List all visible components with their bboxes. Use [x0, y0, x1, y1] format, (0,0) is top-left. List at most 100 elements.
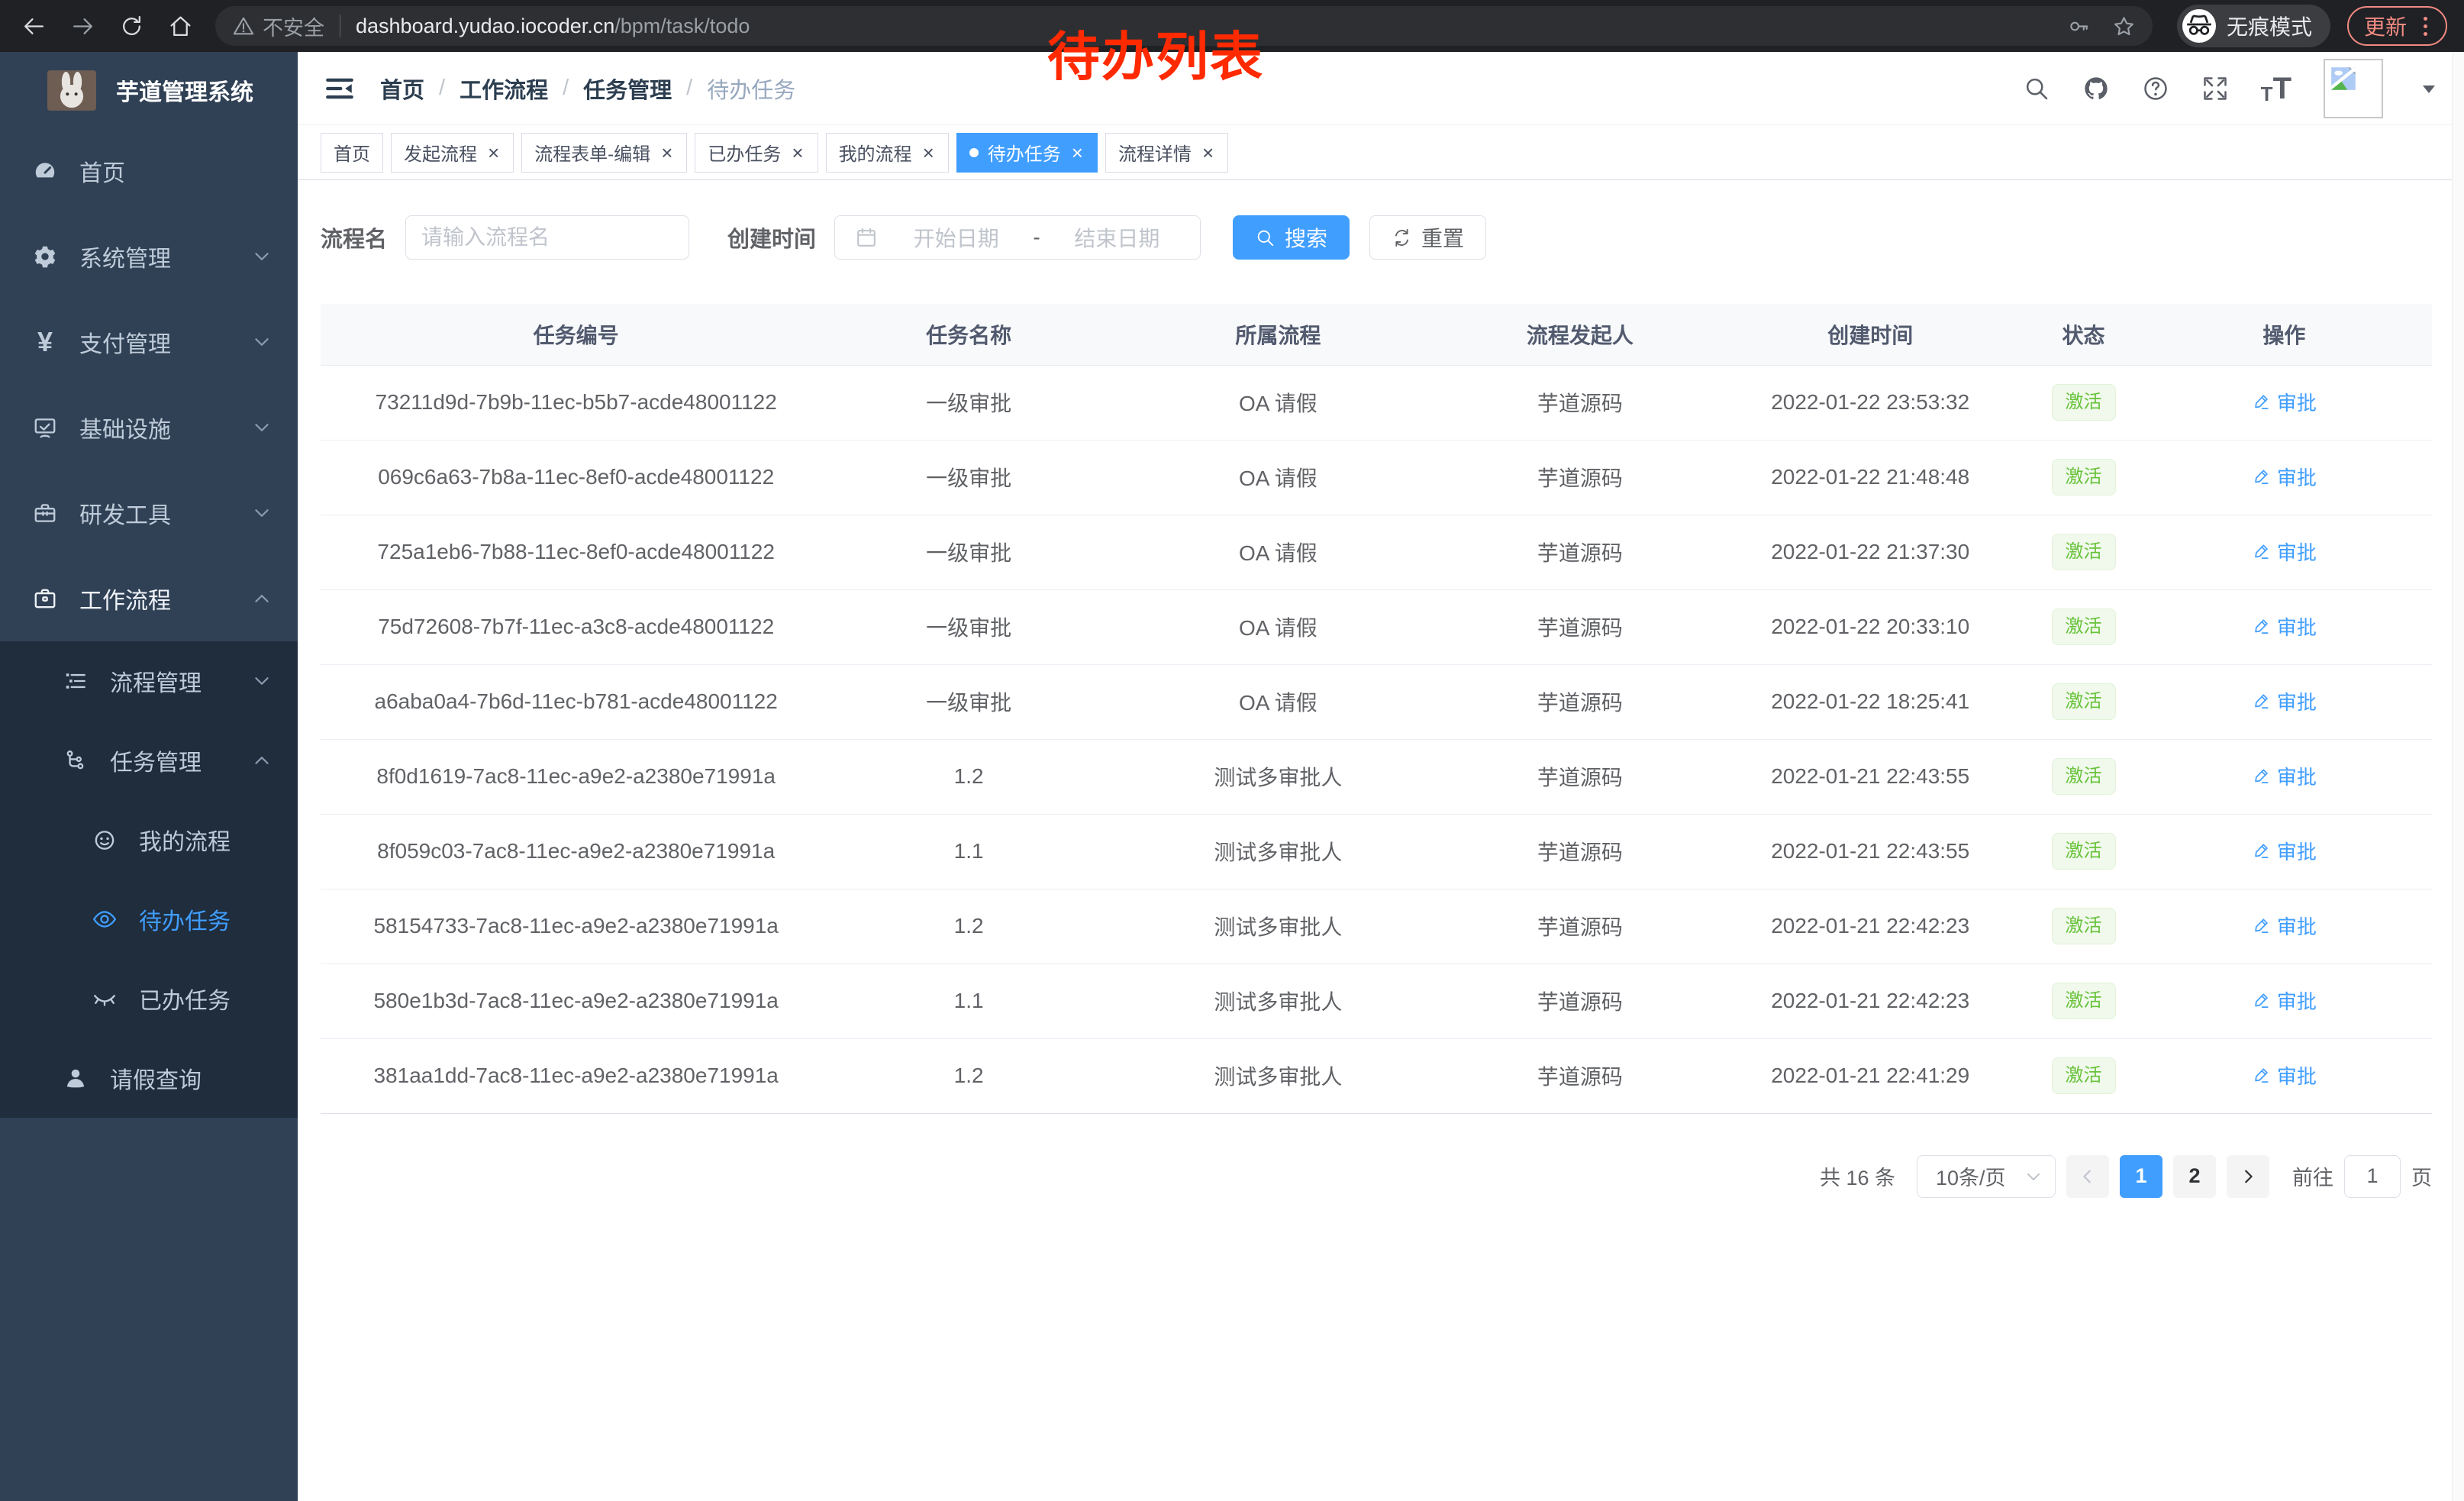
github-icon[interactable]: [2082, 75, 2110, 102]
key-icon[interactable]: [2067, 15, 2091, 38]
home-icon[interactable]: [159, 5, 202, 47]
table-row: a6aba0a4-7b6d-11ec-b781-acde48001122一级审批…: [321, 664, 2432, 739]
close-icon[interactable]: ×: [1201, 143, 1215, 163]
close-icon[interactable]: ×: [1070, 143, 1085, 163]
fullscreen-icon[interactable]: [2201, 75, 2229, 102]
sidebar-logo[interactable]: 芋道管理系统: [0, 52, 298, 128]
sidebar-item-dev-tools[interactable]: 研发工具: [0, 470, 298, 556]
approve-link[interactable]: 审批: [2252, 837, 2317, 865]
tab-process-detail[interactable]: 流程详情×: [1105, 133, 1228, 173]
sidebar-item-label: 待办任务: [139, 902, 298, 936]
sidebar-item-my-process[interactable]: 我的流程: [0, 800, 298, 880]
logo-avatar: [47, 70, 96, 111]
close-icon[interactable]: ×: [790, 143, 805, 163]
sidebar-item-leave-query[interactable]: 请假查询: [0, 1038, 298, 1118]
tab-home[interactable]: 首页: [321, 133, 383, 173]
approve-link[interactable]: 审批: [2252, 687, 2317, 715]
tab-start-process[interactable]: 发起流程×: [391, 133, 514, 173]
security-warning[interactable]: 不安全: [232, 11, 324, 41]
sidebar-item-task-management[interactable]: 任务管理: [0, 721, 298, 800]
edit-icon: [2252, 916, 2271, 935]
approve-link[interactable]: 审批: [2252, 1061, 2317, 1089]
sidebar-item-process-management[interactable]: 流程管理: [0, 641, 298, 721]
tab-form-edit[interactable]: 流程表单-编辑×: [521, 133, 687, 173]
sidebar-item-payment-management[interactable]: ¥支付管理: [0, 299, 298, 385]
chevron-up-icon: [252, 589, 272, 608]
created-cell: 2022-01-22 18:25:41: [1710, 664, 2030, 739]
dashboard-icon: [32, 158, 58, 184]
close-icon[interactable]: ×: [660, 143, 674, 163]
forward-icon[interactable]: [61, 5, 104, 47]
task-name-cell: 1.1: [831, 964, 1106, 1038]
breadcrumb-home[interactable]: 首页: [380, 73, 424, 105]
process-cell: 测试多审批人: [1106, 964, 1450, 1038]
page-size-select[interactable]: 10条/页: [1917, 1155, 2056, 1198]
created-cell: 2022-01-22 20:33:10: [1710, 589, 2030, 664]
font-size-icon[interactable]: TT: [2261, 73, 2291, 104]
actions-cell: 审批: [2137, 739, 2432, 814]
start-date-placeholder[interactable]: 开始日期: [885, 222, 1027, 253]
status-badge: 激活: [2052, 608, 2116, 646]
sidebar-item-workflow[interactable]: 工作流程: [0, 556, 298, 641]
edit-icon: [2252, 392, 2271, 412]
approve-link[interactable]: 审批: [2252, 762, 2317, 790]
status-badge: 激活: [2052, 758, 2116, 796]
breadcrumb-task-management[interactable]: 任务管理: [583, 73, 672, 105]
approve-link[interactable]: 审批: [2252, 912, 2317, 940]
actions-cell: 审批: [2137, 664, 2432, 739]
close-icon[interactable]: ×: [921, 143, 936, 163]
page-scrollbar[interactable]: [2452, 52, 2464, 1501]
browser-menu-icon[interactable]: [2420, 14, 2430, 39]
task-id-cell: 725a1eb6-7b88-11ec-8ef0-acde48001122: [321, 515, 831, 589]
created-cell: 2022-01-22 21:37:30: [1710, 515, 2030, 589]
table-body: 73211d9d-7b9b-11ec-b5b7-acde48001122一级审批…: [321, 365, 2432, 1113]
starter-cell: 芋道源码: [1450, 365, 1710, 440]
sidebar-item-infrastructure[interactable]: 基础设施: [0, 385, 298, 470]
avatar[interactable]: [2324, 59, 2383, 118]
eye-icon: [92, 906, 118, 932]
tab-my-process[interactable]: 我的流程×: [826, 133, 949, 173]
back-icon[interactable]: [12, 5, 55, 47]
approve-label: 审批: [2277, 612, 2317, 641]
search-button-icon: [1255, 228, 1276, 248]
avatar-caret-icon[interactable]: [2420, 79, 2438, 98]
close-icon[interactable]: ×: [486, 143, 501, 163]
sidebar-item-label: 研发工具: [79, 496, 252, 530]
reset-button-label: 重置: [1421, 222, 1464, 253]
page-button-2[interactable]: 2: [2173, 1155, 2216, 1198]
status-cell: 激活: [2030, 739, 2136, 814]
chevron-down-icon: [252, 247, 272, 266]
sidebar-item-home[interactable]: 首页: [0, 128, 298, 214]
approve-link[interactable]: 审批: [2252, 986, 2317, 1015]
approve-link[interactable]: 审批: [2252, 463, 2317, 491]
tab-todo-task[interactable]: 待办任务×: [956, 133, 1098, 173]
sidebar-item-done-task[interactable]: 已办任务: [0, 959, 298, 1038]
sidebar-item-todo-task[interactable]: 待办任务: [0, 880, 298, 959]
actions-cell: 审批: [2137, 515, 2432, 589]
help-icon[interactable]: [2142, 75, 2169, 102]
sidebar-item-system-management[interactable]: 系统管理: [0, 214, 298, 299]
prev-page-button[interactable]: [2066, 1155, 2109, 1198]
breadcrumb-workflow[interactable]: 工作流程: [460, 73, 548, 105]
end-date-placeholder[interactable]: 结束日期: [1047, 222, 1188, 253]
date-range-input[interactable]: 开始日期 - 结束日期: [834, 215, 1201, 260]
goto-page-suffix: 页: [2411, 1161, 2432, 1191]
reload-icon[interactable]: [110, 5, 153, 47]
process-name-input[interactable]: [405, 215, 689, 260]
update-label: 更新: [2364, 11, 2407, 41]
star-icon[interactable]: [2112, 15, 2136, 38]
search-icon[interactable]: [2023, 75, 2050, 102]
sidebar-fold-icon[interactable]: [324, 73, 356, 105]
update-button[interactable]: 更新: [2347, 6, 2447, 46]
approve-link[interactable]: 审批: [2252, 612, 2317, 641]
approve-link[interactable]: 审批: [2252, 537, 2317, 566]
tab-done-task[interactable]: 已办任务×: [695, 133, 818, 173]
reset-button[interactable]: 重置: [1369, 215, 1486, 260]
search-button[interactable]: 搜索: [1233, 215, 1350, 260]
actions-cell: 审批: [2137, 964, 2432, 1038]
page-button-1[interactable]: 1: [2120, 1155, 2162, 1198]
approve-link[interactable]: 审批: [2252, 388, 2317, 416]
pagination-total: 共 16 条: [1820, 1161, 1895, 1191]
goto-page-input[interactable]: [2344, 1155, 2401, 1198]
next-page-button[interactable]: [2227, 1155, 2269, 1198]
